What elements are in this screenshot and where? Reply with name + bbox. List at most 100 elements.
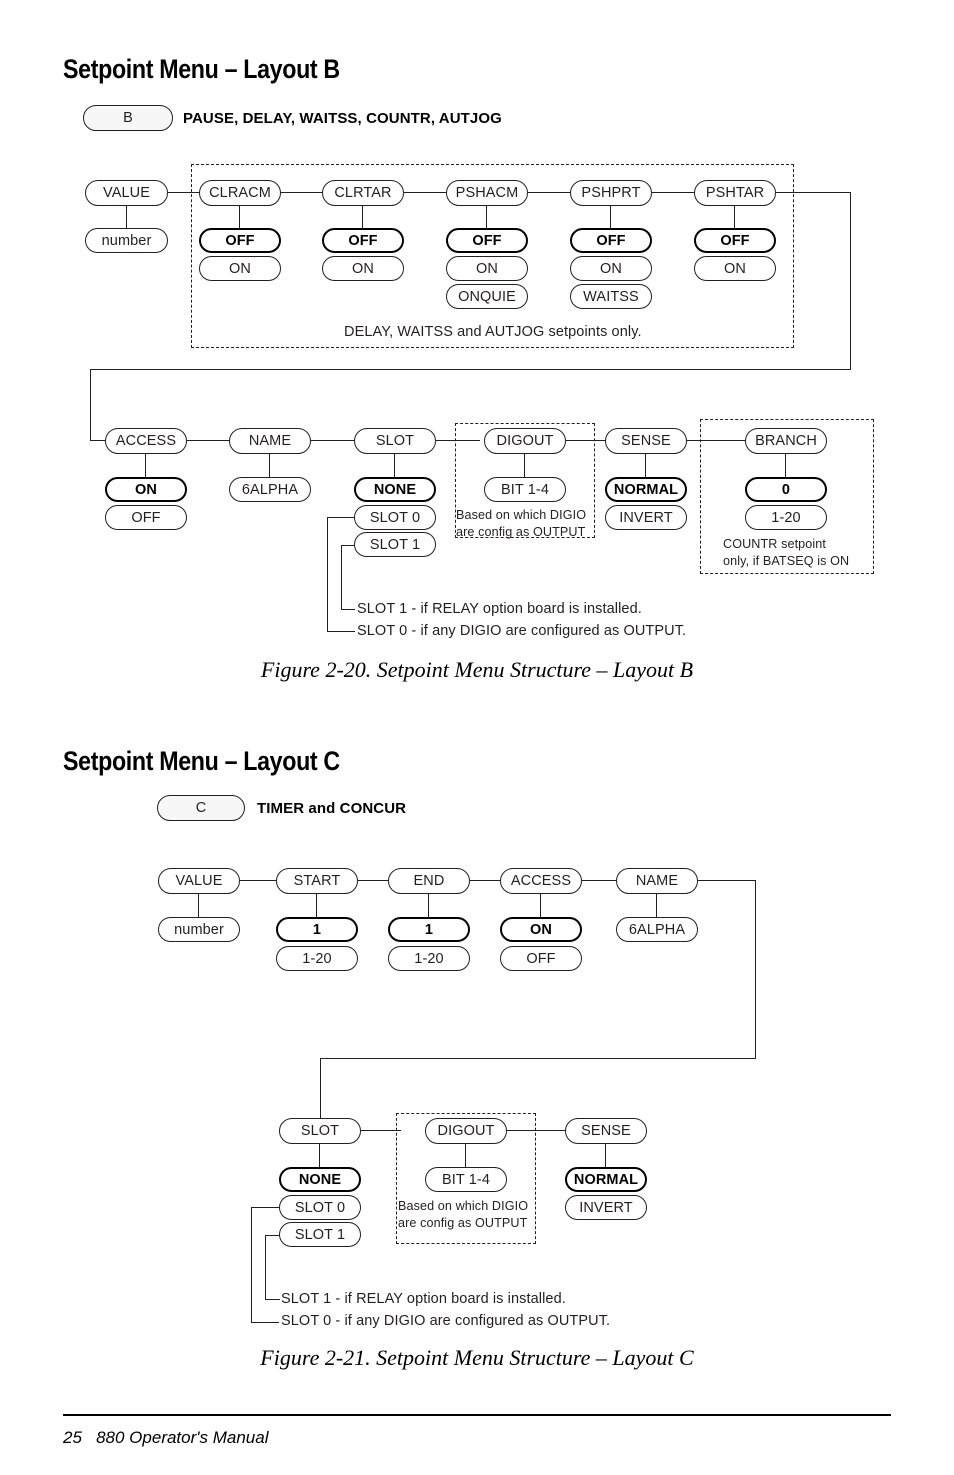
node-c-access-option-on: ON	[500, 917, 582, 942]
connector	[126, 206, 128, 228]
footer-manual-title: 880 Operator's Manual	[96, 1428, 269, 1447]
node-clrtar: CLRTAR	[322, 180, 404, 206]
connector	[528, 192, 571, 194]
node-branch-option-0: 0	[745, 477, 827, 502]
group-note-delay-waitss-autjog: DELAY, WAITSS and AUTJOG setpoints only.	[344, 324, 642, 340]
node-c-name: NAME	[616, 868, 698, 894]
connector	[145, 454, 147, 477]
section-heading-layout-b: Setpoint Menu – Layout B	[63, 54, 340, 84]
layout-tag-c: C	[157, 795, 245, 821]
slot1-leader-c	[265, 1235, 280, 1237]
node-branch: BRANCH	[745, 428, 827, 454]
slot1-leader-c	[265, 1299, 280, 1301]
node-c-access-option-off: OFF	[500, 946, 582, 971]
slot1-leader	[341, 545, 355, 547]
node-c-digout: DIGOUT	[425, 1118, 507, 1144]
node-pshacm-option-off: OFF	[446, 228, 528, 253]
node-clracm: CLRACM	[199, 180, 281, 206]
node-c-start-option-1-20: 1-20	[276, 946, 358, 971]
node-clrtar-option-on: ON	[322, 256, 404, 281]
node-c-slot: SLOT	[279, 1118, 361, 1144]
node-clracm-option-off: OFF	[199, 228, 281, 253]
node-sense: SENSE	[605, 428, 687, 454]
node-c-sense-option-normal: NORMAL	[565, 1167, 647, 1192]
node-clracm-option-on: ON	[199, 256, 281, 281]
node-pshacm-option-on: ON	[446, 256, 528, 281]
connector	[319, 1144, 321, 1167]
node-pshprt: PSHPRT	[570, 180, 652, 206]
node-sense-option-normal: NORMAL	[605, 477, 687, 502]
connector	[198, 894, 200, 917]
connector	[755, 880, 757, 1059]
node-access-option-off: OFF	[105, 505, 187, 530]
connector	[90, 440, 106, 442]
node-pshtar-option-on: ON	[694, 256, 776, 281]
layout-tag-c-description: TIMER and CONCUR	[257, 800, 407, 817]
figure-caption-2-21: Figure 2-21. Setpoint Menu Structure – L…	[260, 1345, 694, 1370]
slot0-leader	[327, 631, 355, 633]
node-c-slot-option-slot0: SLOT 0	[279, 1195, 361, 1220]
branch-note-line1: COUNTR setpoint	[723, 537, 826, 551]
node-sense-option-invert: INVERT	[605, 505, 687, 530]
slot0-leader	[327, 517, 355, 519]
slot1-note: SLOT 1 - if RELAY option board is instal…	[357, 601, 642, 617]
digout-note-line2: are config as OUTPUT	[456, 525, 586, 539]
connector	[470, 880, 500, 882]
node-clrtar-option-off: OFF	[322, 228, 404, 253]
node-c-name-option-6alpha: 6ALPHA	[616, 917, 698, 942]
layout-tag-b-description: PAUSE, DELAY, WAITSS, COUNTR, AUTJOG	[183, 110, 502, 127]
node-c-slot-option-none: NONE	[279, 1167, 361, 1192]
connector	[394, 454, 396, 477]
node-digout-option-bit14: BIT 1-4	[484, 477, 566, 502]
connector	[358, 880, 388, 882]
manual-page: Setpoint Menu – Layout B B PAUSE, DELAY,…	[0, 0, 954, 1475]
digout-note-c-line2: are config as OUTPUT	[398, 1216, 528, 1230]
connector	[90, 369, 851, 371]
node-value: VALUE	[85, 180, 168, 206]
connector	[540, 894, 542, 917]
connector	[486, 206, 488, 228]
connector	[428, 894, 430, 917]
connector	[90, 369, 92, 441]
digout-note-c-line1: Based on which DIGIO	[398, 1199, 529, 1213]
connector	[507, 1130, 566, 1132]
connector	[566, 440, 606, 442]
connector	[281, 192, 324, 194]
node-digout: DIGOUT	[484, 428, 566, 454]
node-pshprt-option-waitss: WAITSS	[570, 284, 652, 309]
connector	[582, 880, 616, 882]
connector	[361, 1130, 401, 1132]
connector	[698, 880, 756, 882]
footer-page-number: 25	[63, 1428, 82, 1447]
node-c-end-option-1: 1	[388, 917, 470, 942]
slot1-leader-c	[265, 1235, 267, 1300]
connector	[316, 894, 318, 917]
node-c-slot-option-slot1: SLOT 1	[279, 1222, 361, 1247]
connector	[362, 206, 364, 228]
layout-tag-b: B	[83, 105, 173, 131]
node-pshacm-option-onquie: ONQUIE	[446, 284, 528, 309]
node-access-option-on: ON	[105, 477, 187, 502]
connector	[645, 454, 647, 477]
node-branch-option-1-20: 1-20	[745, 505, 827, 530]
connector	[320, 1058, 322, 1119]
node-access: ACCESS	[105, 428, 187, 454]
node-c-value: VALUE	[158, 868, 240, 894]
node-pshprt-option-off: OFF	[570, 228, 652, 253]
branch-note-line2: only, if BATSEQ is ON	[723, 554, 850, 568]
node-pshtar: PSHTAR	[694, 180, 776, 206]
slot1-leader	[341, 609, 355, 611]
connector	[524, 454, 526, 477]
footer-divider	[63, 1414, 891, 1417]
section-heading-layout-c: Setpoint Menu – Layout C	[63, 746, 340, 776]
node-c-end: END	[388, 868, 470, 894]
footer: 25 880 Operator's Manual	[63, 1428, 269, 1448]
connector	[311, 440, 355, 442]
node-slot: SLOT	[354, 428, 436, 454]
node-c-access: ACCESS	[500, 868, 582, 894]
node-c-sense: SENSE	[565, 1118, 647, 1144]
slot1-note-c: SLOT 1 - if RELAY option board is instal…	[281, 1291, 566, 1307]
connector	[239, 206, 241, 228]
slot0-leader-c	[251, 1322, 279, 1324]
node-c-sense-option-invert: INVERT	[565, 1195, 647, 1220]
